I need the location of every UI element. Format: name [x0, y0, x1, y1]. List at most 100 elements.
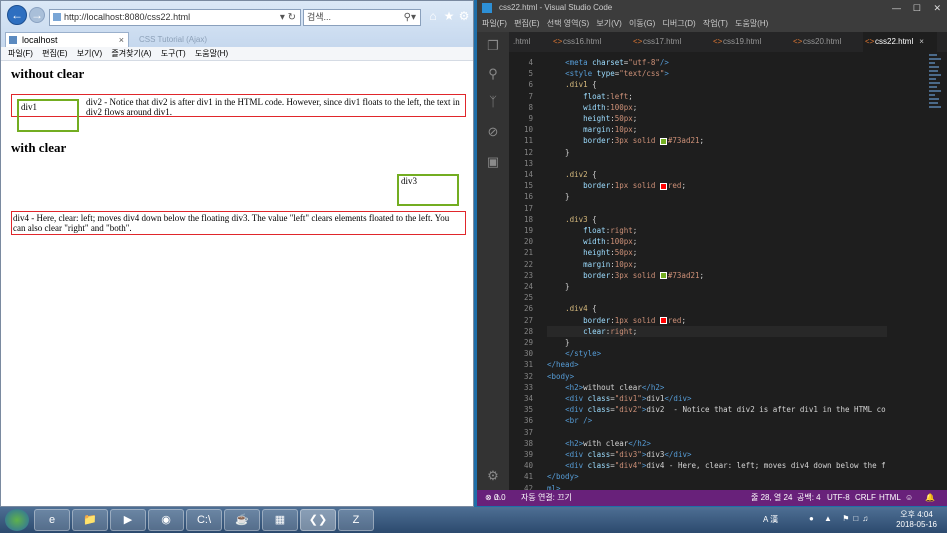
tray-icons[interactable]: ● ▲ ⚑□♫ [809, 514, 872, 523]
minimap[interactable] [929, 52, 943, 142]
settings-gear-icon[interactable]: ⚙ [457, 9, 471, 23]
search-icon[interactable]: ⚲▾ [404, 10, 416, 25]
explorer-icon[interactable]: 📁 [72, 509, 108, 531]
menu-favorites[interactable]: 즐겨찾기(A) [111, 49, 151, 58]
close-window-icon[interactable]: ✕ [933, 0, 941, 16]
language-mode[interactable]: HTML [879, 490, 901, 506]
cursor-position[interactable]: 줄 28, 열 24 [751, 490, 792, 506]
code-line: float:right; [583, 226, 638, 235]
html-file-icon: <> [553, 37, 563, 46]
code-line: .div2 { [565, 170, 597, 179]
vs-menu-file[interactable]: 파일(F) [482, 19, 507, 28]
line-number: 27 [523, 315, 533, 325]
code-line: width:100px; [583, 237, 638, 247]
new-tab[interactable]: CSS Tutorial (Ajax) [133, 34, 253, 46]
manage-gear-icon[interactable]: ⚙ [485, 468, 501, 484]
line-number: 41 [523, 472, 533, 482]
vs-menu-debug[interactable]: 디버그(D) [663, 19, 696, 28]
encoding[interactable]: UTF-8 [827, 490, 850, 506]
editor-tabs: .html <> css16.html <> css17.html <> css19.… [509, 32, 947, 52]
menu-tools[interactable]: 도구(T) [161, 49, 186, 58]
tab-label: css17.html [643, 37, 682, 46]
vs-menu-view[interactable]: 보기(V) [596, 19, 621, 28]
vscode-icon[interactable]: ❮❯ [300, 509, 336, 531]
code-line: .div1 { [565, 80, 597, 90]
debug-icon[interactable]: ⊘ [485, 124, 501, 140]
div3-box: div3 [397, 174, 459, 206]
tab-html[interactable]: .html [509, 32, 547, 52]
extensions-icon[interactable]: ▣ [485, 154, 501, 170]
vs-menu-edit[interactable]: 편집(E) [514, 19, 539, 28]
back-button[interactable]: ← [7, 5, 27, 25]
line-number: 28 [523, 326, 533, 336]
tab-css20[interactable]: <> css20.html [791, 32, 863, 52]
live-server-status[interactable]: 자동 연결: 끄기 [521, 490, 572, 506]
tab-css16[interactable]: <> css16.html [551, 32, 631, 52]
close-tab-icon[interactable]: × [119, 33, 124, 47]
line-number: 7 [528, 91, 533, 101]
code-line: <h2>without clear</h2> [565, 382, 665, 392]
tab-css19[interactable]: <> css19.html [711, 32, 791, 52]
vscode-window: css22.html - Visual Studio Code — ☐ ✕ 파일… [477, 0, 947, 506]
java-icon[interactable]: ☕ [224, 509, 260, 531]
line-number: 32 [523, 371, 533, 381]
vs-menu-tasks[interactable]: 작업(T) [703, 19, 728, 28]
search-input[interactable]: 검색... ⚲▾ [303, 9, 421, 26]
minimize-icon[interactable]: — [892, 0, 901, 16]
vs-menu-go[interactable]: 이동(G) [629, 19, 655, 28]
code-line: </style> [565, 349, 602, 359]
search-placeholder: 검색... [307, 12, 332, 22]
line-number: 5 [528, 69, 533, 79]
code-line: border:3px solid #73ad21; [583, 136, 705, 146]
color-swatch-icon[interactable] [659, 272, 667, 280]
ime-indicator[interactable]: A 漢 [763, 514, 778, 525]
close-tab-icon[interactable]: × [919, 37, 924, 46]
browser-tab[interactable]: localhost × [5, 32, 129, 47]
notification-bell-icon[interactable]: 🔔 [925, 490, 935, 506]
problems-indicator[interactable]: ⊗ 0 ⚠ 0 [485, 490, 506, 506]
maximize-icon[interactable]: ☐ [913, 0, 921, 16]
cmd-icon[interactable]: C:\ [186, 509, 222, 531]
media-player-icon[interactable]: ▶ [110, 509, 146, 531]
system-tray: A 漢 ● ▲ ⚑□♫ 오후 4:04 2018-05-16 [757, 507, 947, 533]
code-line: ml> [547, 483, 561, 490]
menu-help[interactable]: 도움말(H) [195, 49, 228, 58]
indentation[interactable]: 공백: 4 [797, 490, 821, 506]
menu-edit[interactable]: 편집(E) [42, 49, 67, 58]
favorites-star-icon[interactable]: ★ [442, 9, 456, 23]
clock[interactable]: 오후 4:04 2018-05-16 [896, 510, 937, 530]
app-icon[interactable]: ▦ [262, 509, 298, 531]
home-icon[interactable]: ⌂ [426, 9, 440, 23]
code-line: <div class="div1">div1</div> [565, 394, 692, 403]
filezilla-icon[interactable]: Z [338, 509, 374, 531]
code-editor[interactable]: 4 5 6 7 8 9 10 11 12 13 14 15 16 17 18 19 20 21 22 23 24 25 26… [509, 52, 947, 490]
color-swatch-icon[interactable] [659, 137, 667, 145]
menu-view[interactable]: 보기(V) [77, 49, 102, 58]
source-control-icon[interactable]: ᛉ [485, 94, 501, 110]
address-bar[interactable]: http://localhost:8080/css22.html ▾ ↻ [49, 9, 301, 26]
clock-time: 오후 4:04 [900, 510, 933, 519]
vscode-title-bar: css22.html - Visual Studio Code — ☐ ✕ [477, 0, 947, 16]
code-line: border:1px solid red; [583, 181, 686, 191]
menu-file[interactable]: 파일(F) [8, 49, 33, 58]
tab-label: css22.html [875, 37, 914, 46]
tab-css17[interactable]: <> css17.html [631, 32, 711, 52]
heading-without-clear: without clear [11, 66, 85, 81]
search-icon[interactable]: ⚲ [485, 66, 501, 82]
vs-menu-help[interactable]: 도움말(H) [735, 19, 768, 28]
tab-css22[interactable]: <> css22.html × [863, 32, 937, 52]
vs-menu-selection[interactable]: 선택 영역(S) [547, 19, 589, 28]
vscode-logo-icon [482, 3, 492, 13]
code-line: .div3 { [565, 214, 597, 224]
color-swatch-icon[interactable] [659, 182, 667, 190]
explorer-files-icon[interactable]: ❐ [485, 38, 501, 54]
line-number: 17 [523, 203, 533, 213]
line-ending[interactable]: CRLF [855, 490, 876, 506]
start-button[interactable] [5, 509, 29, 531]
refresh-icon[interactable]: ▾ ↻ [280, 10, 296, 25]
feedback-icon[interactable]: ☺ [905, 490, 913, 506]
chrome-icon[interactable]: ◉ [148, 509, 184, 531]
color-swatch-icon[interactable] [659, 317, 667, 325]
forward-button[interactable]: → [29, 7, 45, 23]
ie-icon[interactable]: e [34, 509, 70, 531]
